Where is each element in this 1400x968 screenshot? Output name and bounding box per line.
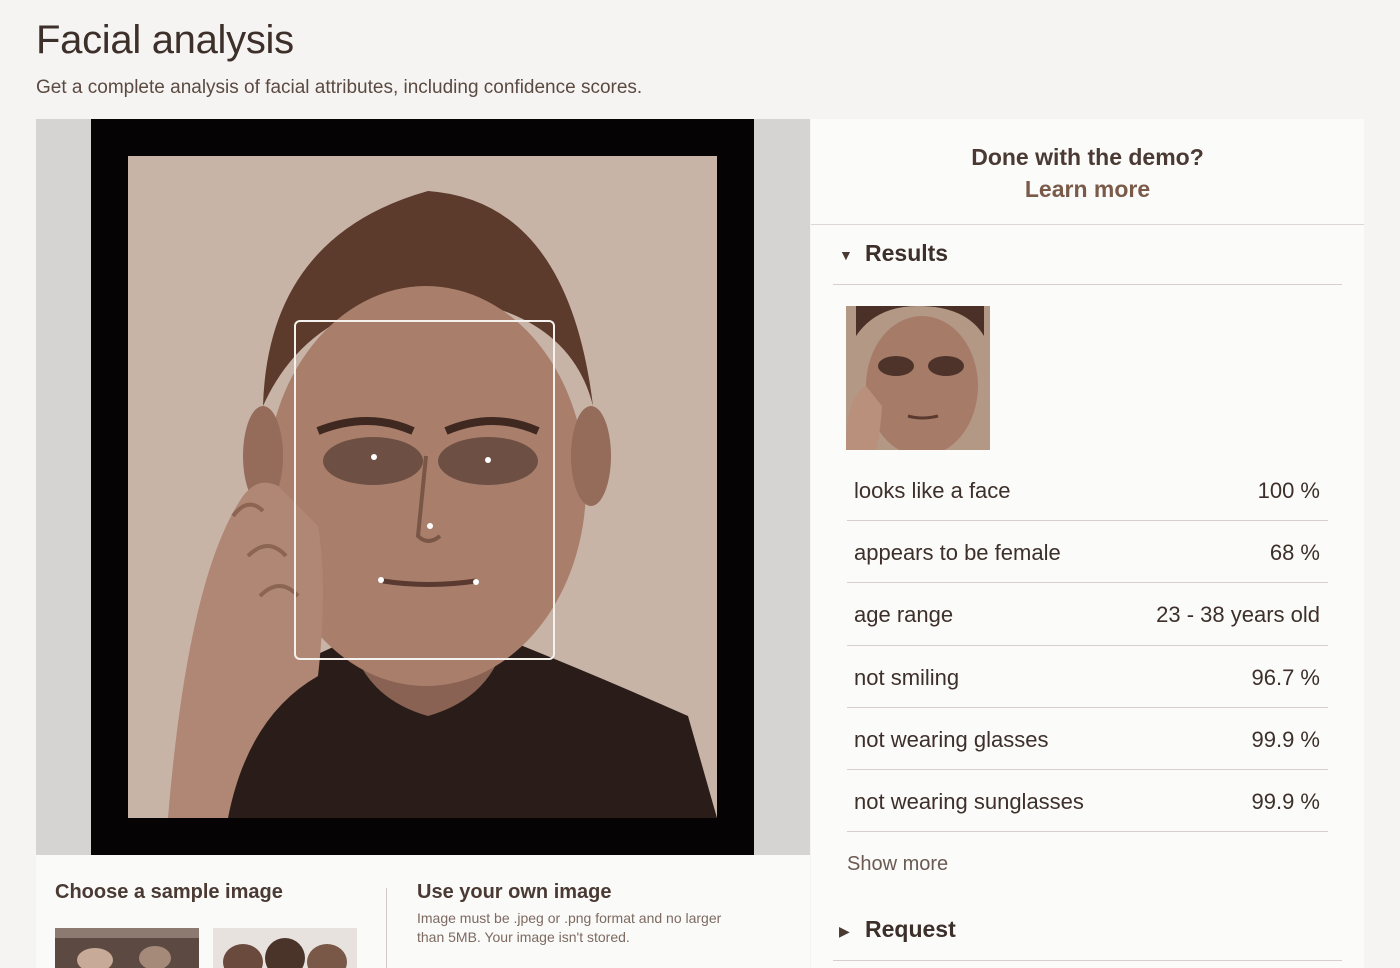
request-section-toggle[interactable]: ▶ Request [833,901,1342,961]
sample-image-title: Choose a sample image [55,881,283,903]
result-val-face: 100 % [1257,478,1320,503]
sample-thumb-1-illustration [55,928,199,968]
page-title: Facial analysis [36,18,294,62]
detected-face-thumbnail [846,306,990,450]
results-panel: Done with the demo? Learn more ▼ Results… [811,119,1364,968]
learn-more-link[interactable]: Learn more [811,176,1364,203]
sample-image-thumb-1[interactable] [55,928,199,968]
result-attr-sunglasses: not wearing sunglasses [854,788,1084,814]
result-row-age: age range 23 - 38 years old [847,583,1328,646]
results-section-toggle[interactable]: ▼ Results [833,225,1342,285]
face-thumbnail-illustration [846,306,990,450]
landmark-mouth-right [473,579,479,585]
landmark-right-eye [485,457,491,463]
sample-image-thumb-2[interactable] [213,928,357,968]
landmark-left-eye [371,454,377,460]
caret-right-icon: ▶ [839,923,850,939]
result-attr-smile: not smiling [854,664,960,690]
result-val-age: 23 - 38 years old [1156,602,1320,628]
sample-thumb-2-illustration [213,928,357,968]
result-row-sunglasses: not wearing sunglasses 99.9 % [847,770,1328,833]
caret-down-icon: ▼ [839,247,853,263]
demo-callout: Done with the demo? Learn more [811,119,1364,225]
result-attr-glasses: not wearing glasses [854,726,1049,752]
face-bounding-box [294,320,555,660]
page-subtitle: Get a complete analysis of facial attrib… [36,77,643,98]
request-section-label: Request [865,916,956,942]
image-stage [36,119,810,855]
panel-divider [386,888,387,968]
result-row-face: looks like a face 100 % [847,459,1328,522]
result-attr-face: looks like a face [854,478,1011,503]
own-image-title: Use your own image [417,881,612,903]
show-more-link[interactable]: Show more [847,853,948,876]
result-row-smile: not smiling 96.7 % [847,646,1328,708]
result-row-gender: appears to be female 68 % [847,521,1328,584]
image-frame [91,119,754,855]
landmark-nose [427,523,433,529]
result-attr-age: age range [854,602,954,628]
result-attr-gender: appears to be female [854,540,1061,566]
own-image-note: Image must be .jpeg or .png format and n… [417,910,722,945]
results-section-label: Results [865,240,949,266]
results-list: looks like a face 100 % appears to be fe… [847,459,1328,833]
result-row-glasses: not wearing glasses 99.9 % [847,708,1328,770]
result-val-sunglasses: 99.9 % [1251,788,1321,814]
result-val-glasses: 99.9 % [1251,726,1321,752]
landmark-mouth-left [378,577,384,583]
image-source-panel: Choose a sample image Use your own image… [36,855,810,968]
result-val-gender: 68 % [1269,540,1320,566]
result-val-smile: 96.7 % [1251,664,1321,690]
demo-question: Done with the demo? [971,144,1204,170]
analyzed-photo [128,156,717,818]
